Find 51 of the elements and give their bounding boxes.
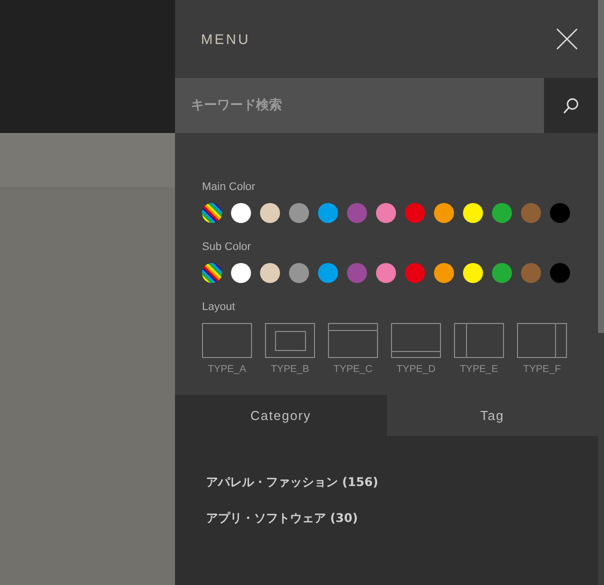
color-swatch[interactable] [521, 203, 541, 223]
tab[interactable]: Category [175, 395, 386, 436]
layout-label: TYPE_F [523, 364, 561, 375]
menu-title: MENU [201, 31, 250, 47]
color-swatch[interactable] [347, 263, 367, 283]
color-swatch[interactable] [376, 263, 396, 283]
color-swatch[interactable] [405, 263, 425, 283]
search-field[interactable]: キーワード検索 [175, 78, 544, 133]
color-swatch[interactable] [434, 203, 454, 223]
layout-label: TYPE_D [396, 364, 436, 375]
layout-label: TYPE_C [334, 364, 372, 375]
search-icon [562, 96, 580, 114]
color-swatch[interactable] [318, 263, 338, 283]
scrollbar-thumb[interactable] [598, 0, 604, 333]
close-icon[interactable] [556, 28, 578, 50]
layout-label: TYPE_E [460, 364, 498, 375]
section-label: Layout [202, 301, 236, 313]
color-swatch[interactable] [521, 263, 541, 283]
color-swatch[interactable] [492, 203, 512, 223]
color-swatch[interactable] [463, 203, 483, 223]
color-swatch[interactable] [231, 263, 251, 283]
layout-icon[interactable] [454, 323, 504, 358]
scrollbar[interactable] [598, 0, 604, 585]
color-swatch[interactable] [318, 203, 338, 223]
layout-icon[interactable] [517, 323, 567, 358]
color-swatch[interactable] [492, 263, 512, 283]
color-swatch[interactable] [289, 263, 309, 283]
color-swatch[interactable] [231, 203, 251, 223]
layout-label: TYPE_A [208, 364, 246, 375]
color-swatch[interactable] [550, 203, 570, 223]
layout-icon[interactable] [202, 323, 252, 358]
color-swatch[interactable] [289, 203, 309, 223]
section-label: Sub Color [202, 241, 252, 253]
color-swatch[interactable] [347, 203, 367, 223]
color-swatch[interactable] [376, 203, 396, 223]
color-swatch[interactable] [434, 263, 454, 283]
search-button[interactable] [544, 78, 598, 133]
category-link[interactable]: アプリ・ソフトウェア (30) [206, 510, 358, 527]
layout-icon[interactable] [265, 323, 315, 358]
layout-icon[interactable] [328, 323, 378, 358]
color-swatch[interactable] [405, 203, 425, 223]
color-swatch[interactable] [550, 263, 570, 283]
section-label: Main Color [202, 181, 256, 193]
rainbow-swatch[interactable] [202, 263, 222, 283]
rainbow-swatch[interactable] [202, 203, 222, 223]
color-swatch[interactable] [260, 203, 280, 223]
layout-label: TYPE_B [270, 364, 310, 375]
color-swatch[interactable] [463, 263, 483, 283]
color-swatch[interactable] [260, 263, 280, 283]
layout-icon[interactable] [391, 323, 441, 358]
category-link[interactable]: アパレル・ファッション (156) [206, 474, 378, 491]
